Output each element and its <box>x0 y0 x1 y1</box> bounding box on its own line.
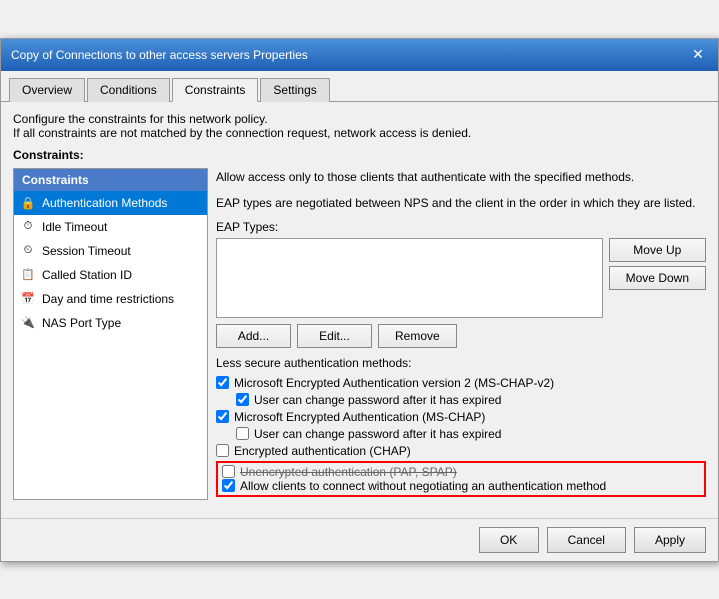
sidebar-item-nas-port[interactable]: 🔌 NAS Port Type <box>14 311 207 335</box>
checkbox-mschap-change-pw-label: User can change password after it has ex… <box>254 427 501 441</box>
called-station-icon: 📋 <box>20 267 36 283</box>
edit-button[interactable]: Edit... <box>297 324 372 348</box>
less-secure-label: Less secure authentication methods: <box>216 356 706 370</box>
checkbox-allow-no-auth-input[interactable] <box>222 479 235 492</box>
edit-buttons-row: Add... Edit... Remove <box>216 324 706 348</box>
left-panel: Constraints 🔒 Authentication Methods ⏱ I… <box>13 168 208 500</box>
tab-overview[interactable]: Overview <box>9 78 85 102</box>
desc-line2: If all constraints are not matched by th… <box>13 126 706 140</box>
checkbox-chap-input[interactable] <box>216 444 229 457</box>
ok-button[interactable]: OK <box>479 527 539 553</box>
checkbox-pap-spap-input[interactable] <box>222 465 235 478</box>
move-down-button[interactable]: Move Down <box>609 266 706 290</box>
eap-row: Move Up Move Down <box>216 238 706 318</box>
sidebar-item-day-time[interactable]: 📅 Day and time restrictions <box>14 287 207 311</box>
close-button[interactable]: ✕ <box>688 45 708 65</box>
checkbox-mschap-v2-change-pw: User can change password after it has ex… <box>216 393 706 407</box>
checkbox-mschap-v2-label: Microsoft Encrypted Authentication versi… <box>234 376 554 390</box>
checkbox-pap-spap: Unencrypted authentication (PAP, SPAP) <box>222 465 700 479</box>
session-timeout-label: Session Timeout <box>42 244 131 258</box>
called-station-label: Called Station ID <box>42 268 132 282</box>
sidebar-item-idle-timeout[interactable]: ⏱ Idle Timeout <box>14 215 207 239</box>
checkbox-mschap-v2: Microsoft Encrypted Authentication versi… <box>216 376 706 390</box>
description-area: Configure the constraints for this netwo… <box>13 112 706 140</box>
dialog-title: Copy of Connections to other access serv… <box>11 48 308 62</box>
checkbox-mschap-change-pw-input[interactable] <box>236 427 249 440</box>
checkbox-mschap: Microsoft Encrypted Authentication (MS-C… <box>216 410 706 424</box>
auth-methods-icon: 🔒 <box>20 195 36 211</box>
checkbox-chap-label: Encrypted authentication (CHAP) <box>234 444 411 458</box>
eap-types-label: EAP Types: <box>216 220 706 234</box>
remove-button[interactable]: Remove <box>378 324 457 348</box>
title-bar: Copy of Connections to other access serv… <box>1 39 718 71</box>
checkbox-pap-spap-label: Unencrypted authentication (PAP, SPAP) <box>240 465 457 479</box>
auth-methods-label: Authentication Methods <box>42 196 167 210</box>
tab-conditions[interactable]: Conditions <box>87 78 170 102</box>
idle-timeout-icon: ⏱ <box>20 219 36 235</box>
apply-button[interactable]: Apply <box>634 527 706 553</box>
sidebar-item-session-timeout[interactable]: ⏲ Session Timeout <box>14 239 207 263</box>
checkbox-allow-no-auth: Allow clients to connect without negotia… <box>222 479 700 493</box>
checkbox-chap: Encrypted authentication (CHAP) <box>216 444 706 458</box>
checkbox-mschap-change-pw: User can change password after it has ex… <box>216 427 706 441</box>
sidebar-item-called-station[interactable]: 📋 Called Station ID <box>14 263 207 287</box>
eap-list[interactable] <box>216 238 603 318</box>
session-timeout-icon: ⏲ <box>20 243 36 259</box>
tab-constraints[interactable]: Constraints <box>172 78 259 102</box>
dialog-footer: OK Cancel Apply <box>1 518 718 561</box>
move-up-button[interactable]: Move Up <box>609 238 706 262</box>
cancel-button[interactable]: Cancel <box>547 527 626 553</box>
dialog: Copy of Connections to other access serv… <box>0 38 719 562</box>
content-area: Configure the constraints for this netwo… <box>1 102 718 510</box>
checkbox-mschap-v2-input[interactable] <box>216 376 229 389</box>
checkbox-mschap-v2-change-pw-input[interactable] <box>236 393 249 406</box>
idle-timeout-label: Idle Timeout <box>42 220 107 234</box>
left-panel-header: Constraints <box>14 169 207 191</box>
add-button[interactable]: Add... <box>216 324 291 348</box>
checkbox-mschap-v2-change-pw-label: User can change password after it has ex… <box>254 393 501 407</box>
highlighted-pap-spap-row: Unencrypted authentication (PAP, SPAP) A… <box>216 461 706 497</box>
eap-buttons: Move Up Move Down <box>609 238 706 318</box>
right-desc2: EAP types are negotiated between NPS and… <box>216 194 706 212</box>
checkbox-mschap-label: Microsoft Encrypted Authentication (MS-C… <box>234 410 485 424</box>
right-desc1: Allow access only to those clients that … <box>216 168 706 186</box>
checkbox-allow-no-auth-label: Allow clients to connect without negotia… <box>240 479 606 493</box>
nas-port-icon: 🔌 <box>20 315 36 331</box>
nas-port-label: NAS Port Type <box>42 316 121 330</box>
checkbox-mschap-input[interactable] <box>216 410 229 423</box>
day-time-label: Day and time restrictions <box>42 292 174 306</box>
desc-line1: Configure the constraints for this netwo… <box>13 112 706 126</box>
right-panel: Allow access only to those clients that … <box>216 168 706 500</box>
day-time-icon: 📅 <box>20 291 36 307</box>
tab-settings[interactable]: Settings <box>260 78 329 102</box>
two-column-layout: Constraints 🔒 Authentication Methods ⏱ I… <box>13 168 706 500</box>
constraints-label: Constraints: <box>13 148 706 162</box>
sidebar-item-auth-methods[interactable]: 🔒 Authentication Methods <box>14 191 207 215</box>
tab-bar: Overview Conditions Constraints Settings <box>1 71 718 102</box>
